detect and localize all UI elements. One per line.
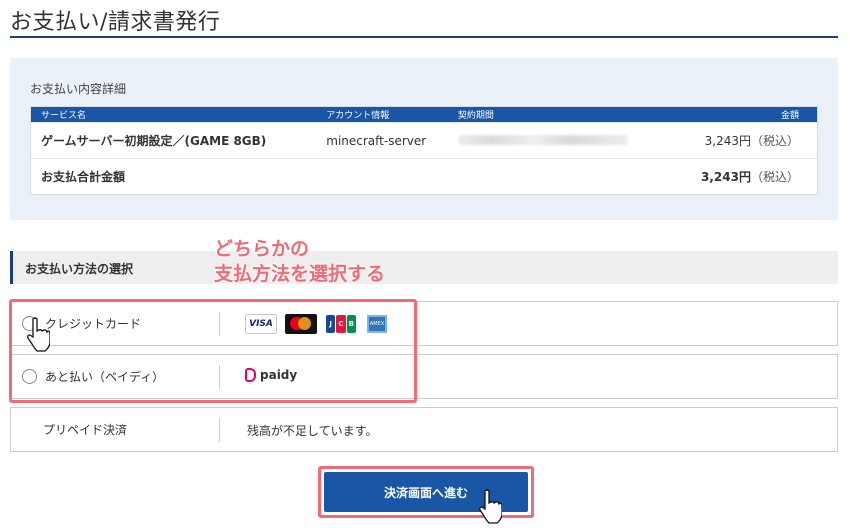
account-name: minecraft-server bbox=[326, 133, 427, 148]
payment-details-panel: お支払い内容詳細 サービス名 アカウント情報 契約期間 金額 ゲームサーバー初期… bbox=[10, 58, 838, 220]
column-header-amount: 金額 bbox=[780, 111, 799, 121]
option-divider bbox=[219, 312, 220, 336]
card-brand-logos: VISA J C B AMEX bbox=[245, 314, 389, 334]
option-divider bbox=[219, 418, 220, 442]
payment-method-heading: お支払い方法の選択 bbox=[25, 262, 134, 276]
total-label: お支払合計金額 bbox=[41, 170, 126, 184]
credit-card-label: クレジットカード bbox=[45, 317, 142, 331]
column-header-service: サービス名 bbox=[41, 111, 87, 121]
payment-details-table: サービス名 アカウント情報 契約期間 金額 ゲームサーバー初期設定／(GAME … bbox=[30, 106, 818, 195]
paidy-logo-text: paidy bbox=[260, 368, 298, 382]
payment-option-paidy[interactable]: あと払い（ペイディ） paidy bbox=[10, 354, 838, 399]
column-header-period: 契約期間 bbox=[457, 111, 494, 121]
payment-option-credit-card[interactable]: クレジットカード VISA J C B AMEX bbox=[10, 301, 838, 346]
service-name: ゲームサーバー初期設定／(GAME 8GB) bbox=[41, 134, 267, 148]
amex-icon: AMEX bbox=[365, 314, 389, 334]
annotation-callout: どちらかの 支払方法を選択する bbox=[214, 237, 385, 287]
table-header: サービス名 アカウント情報 契約期間 金額 bbox=[31, 107, 817, 122]
mastercard-icon bbox=[285, 314, 317, 334]
total-row: お支払合計金額 3,243円（税込） bbox=[31, 158, 817, 194]
table-row: ゲームサーバー初期設定／(GAME 8GB) minecraft-server … bbox=[31, 122, 817, 158]
prepaid-label: プリペイド決済 bbox=[43, 423, 128, 437]
visa-icon: VISA bbox=[245, 314, 277, 334]
payment-details-heading: お支払い内容詳細 bbox=[30, 82, 127, 96]
jcb-icon: J C B bbox=[325, 314, 357, 334]
item-amount: 3,243円（税込） bbox=[704, 134, 799, 148]
total-amount: 3,243円（税込） bbox=[701, 170, 799, 184]
prepaid-status-note: 残高が不足しています。 bbox=[247, 424, 378, 438]
paidy-radio[interactable] bbox=[22, 369, 37, 384]
page-title: お支払い/請求書発行 bbox=[10, 10, 221, 35]
title-divider bbox=[10, 36, 838, 38]
mouse-pointer-icon bbox=[479, 489, 502, 524]
column-header-account: アカウント情報 bbox=[326, 111, 390, 121]
option-divider bbox=[219, 365, 220, 389]
annotation-line-1: どちらかの bbox=[214, 238, 310, 260]
payment-method-heading-bar: お支払い方法の選択 bbox=[10, 251, 838, 284]
contract-period-redacted bbox=[457, 134, 657, 148]
annotation-line-2: 支払方法を選択する bbox=[214, 263, 386, 285]
mouse-pointer-icon bbox=[27, 317, 50, 352]
paidy-icon: paidy bbox=[245, 368, 297, 382]
paidy-label: あと払い（ペイディ） bbox=[45, 370, 165, 384]
payment-option-prepaid: プリペイド決済 残高が不足しています。 bbox=[10, 407, 838, 452]
